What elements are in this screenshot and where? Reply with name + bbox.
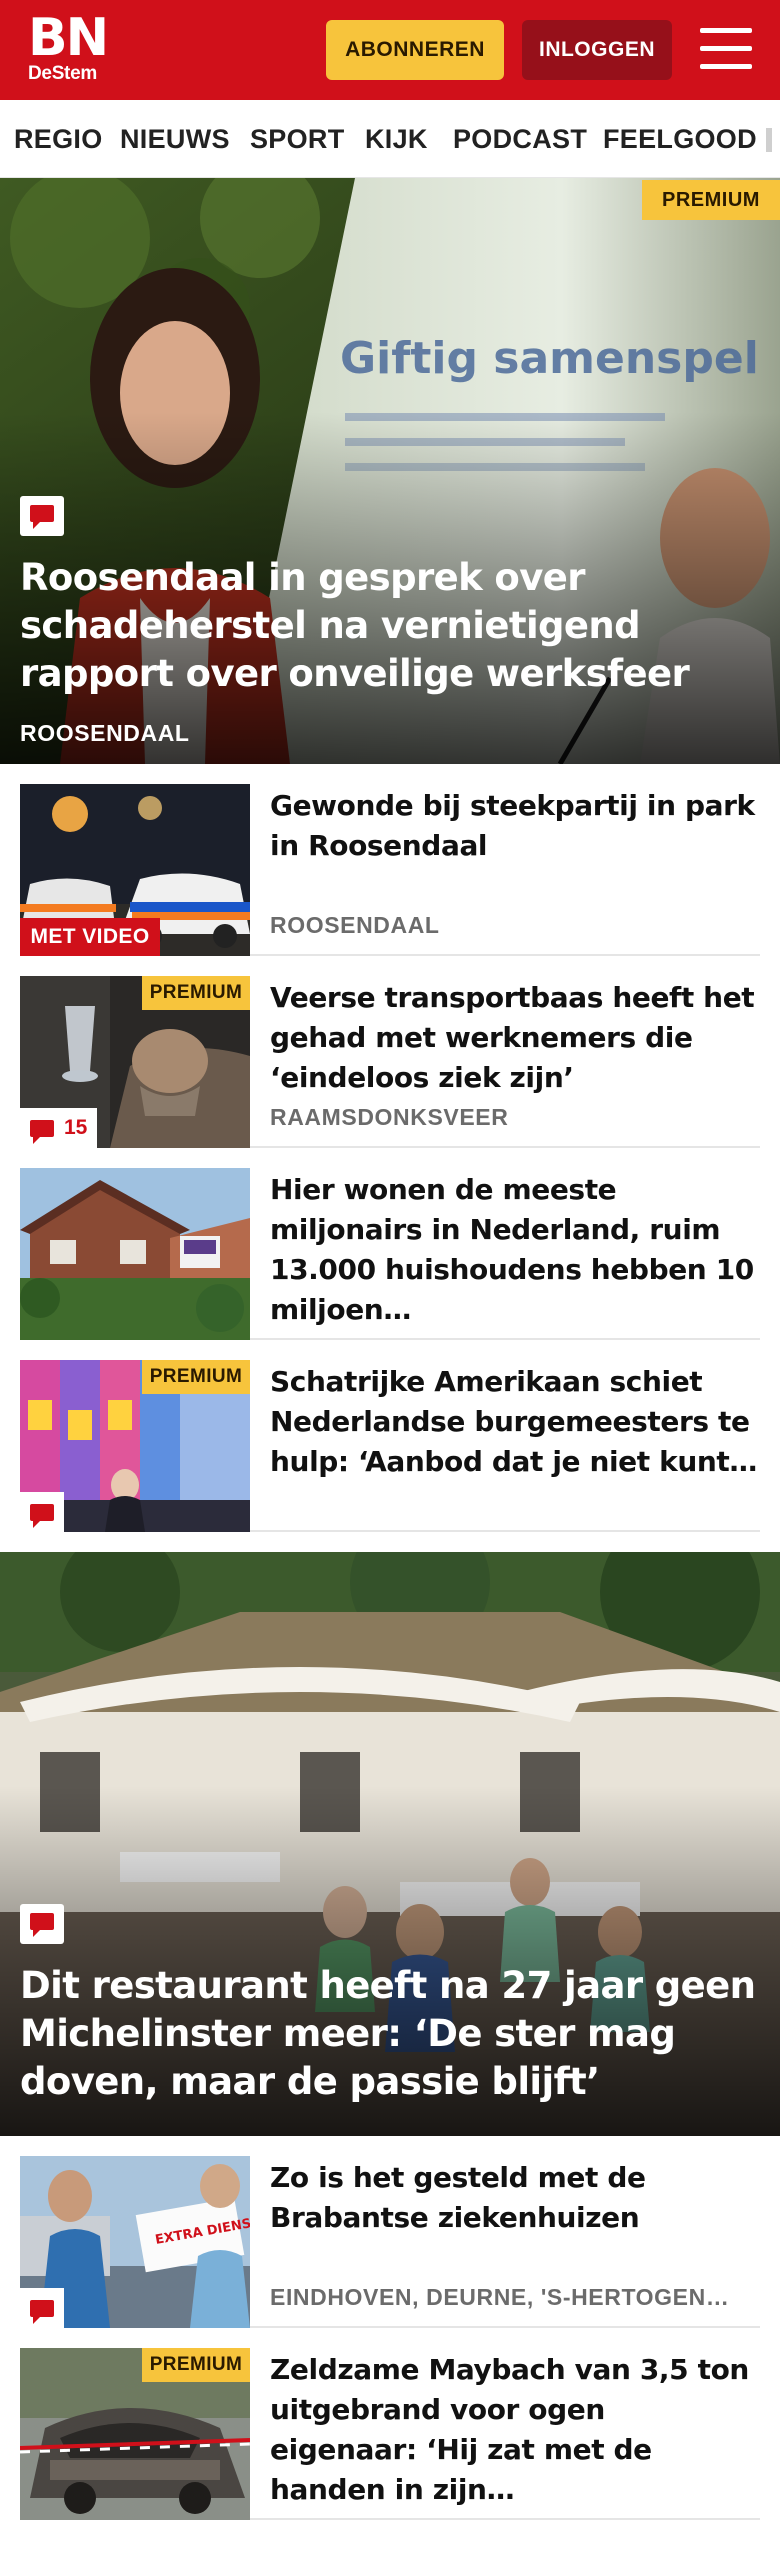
site-logo[interactable]: BN DeStem: [28, 12, 118, 88]
article-title[interactable]: Gewonde bij steekpartij in park in Roose…: [270, 786, 760, 866]
article-title[interactable]: Veerse transportbaas heeft het gehad met…: [270, 978, 760, 1098]
nav-item-podcast[interactable]: PODCAST: [453, 124, 587, 155]
nav-item-nieuws[interactable]: NIEUWS: [120, 124, 230, 155]
comment-icon: [20, 496, 64, 536]
article-title[interactable]: Hier wonen de meeste miljonairs in Neder…: [270, 1170, 760, 1330]
premium-badge: PREMIUM: [642, 180, 780, 220]
article-thumbnail: PREMIUM 15: [20, 976, 250, 1148]
nav-item-kijk[interactable]: KIJK: [365, 124, 428, 155]
comments-indicator: [20, 2288, 64, 2328]
hero-title[interactable]: Dit restaurant heeft na 27 jaar geen Mic…: [20, 1962, 756, 2106]
video-badge: MET VIDEO: [20, 918, 160, 956]
logo-main: BN: [28, 8, 109, 68]
list-item[interactable]: EXTRA DIENST NIET BELLEN Zo is het geste…: [20, 2156, 760, 2328]
comments-indicator: 15: [20, 1108, 98, 1148]
comment-icon: [30, 1503, 54, 1528]
comment-count: 15: [64, 1116, 88, 1139]
list-item[interactable]: MET VIDEO Gewonde bij steekpartij in par…: [20, 784, 760, 956]
article-region[interactable]: RAAMSDONKSVEER: [270, 1104, 508, 1131]
article-title[interactable]: Zo is het gesteld met de Brabantse zieke…: [270, 2158, 760, 2238]
hero-title[interactable]: Roosendaal in gesprek over schadeherstel…: [20, 554, 756, 698]
premium-badge: PREMIUM: [142, 1360, 250, 1394]
article-region[interactable]: EINDHOVEN, DEURNE, 'S-HERTOGEN…: [270, 2284, 760, 2311]
hero-article-restaurant[interactable]: Dit restaurant heeft na 27 jaar geen Mic…: [0, 1552, 780, 2136]
comment-icon: [30, 2299, 54, 2324]
nav-overflow-fade: [766, 128, 772, 152]
site-header: BN DeStem ABONNEREN INLOGGEN: [0, 0, 780, 100]
hero-region[interactable]: ROOSENDAAL: [20, 720, 190, 747]
premium-badge: PREMIUM: [142, 2348, 250, 2382]
article-thumbnail: EXTRA DIENST NIET BELLEN: [20, 2156, 250, 2328]
list-item[interactable]: Hier wonen de meeste miljonairs in Neder…: [20, 1168, 760, 1340]
comment-icon: [20, 1904, 64, 1944]
article-title[interactable]: Zeldzame Maybach van 3,5 ton uitgebrand …: [270, 2350, 760, 2510]
list-item[interactable]: PREMIUM Zeldzame Maybach van 3,5 ton uit…: [20, 2348, 760, 2520]
nav-item-sport[interactable]: SPORT: [250, 124, 345, 155]
article-region[interactable]: ROOSENDAAL: [270, 912, 440, 939]
article-thumbnail: PREMIUM: [20, 2348, 250, 2520]
comments-indicator: [20, 1492, 64, 1532]
comment-icon: [30, 1119, 54, 1144]
list-item[interactable]: PREMIUM Schatrijke Amerikaan schiet Nede…: [20, 1360, 760, 1532]
subscribe-button[interactable]: ABONNEREN: [326, 20, 504, 80]
login-button[interactable]: INLOGGEN: [522, 20, 672, 80]
article-title[interactable]: Schatrijke Amerikaan schiet Nederlandse …: [270, 1362, 760, 1482]
hero-slide-text: Giftig samenspel: [340, 333, 759, 384]
article-thumbnail: PREMIUM: [20, 1360, 250, 1532]
section-nav: REGIO NIEUWS SPORT KIJK PODCAST FEELGOOD: [0, 100, 780, 178]
hero-article-roosendaal[interactable]: Giftig samenspel PREMIUM Roosendaal in g…: [0, 178, 780, 764]
nav-item-feelgood[interactable]: FEELGOOD: [603, 124, 757, 155]
article-thumbnail: [20, 1168, 250, 1340]
premium-badge: PREMIUM: [142, 976, 250, 1010]
article-thumbnail: MET VIDEO: [20, 784, 250, 956]
hamburger-icon[interactable]: [700, 26, 752, 72]
list-item[interactable]: PREMIUM 15 Veerse transportbaas heeft he…: [20, 976, 760, 1148]
nav-item-regio[interactable]: REGIO: [14, 124, 103, 155]
